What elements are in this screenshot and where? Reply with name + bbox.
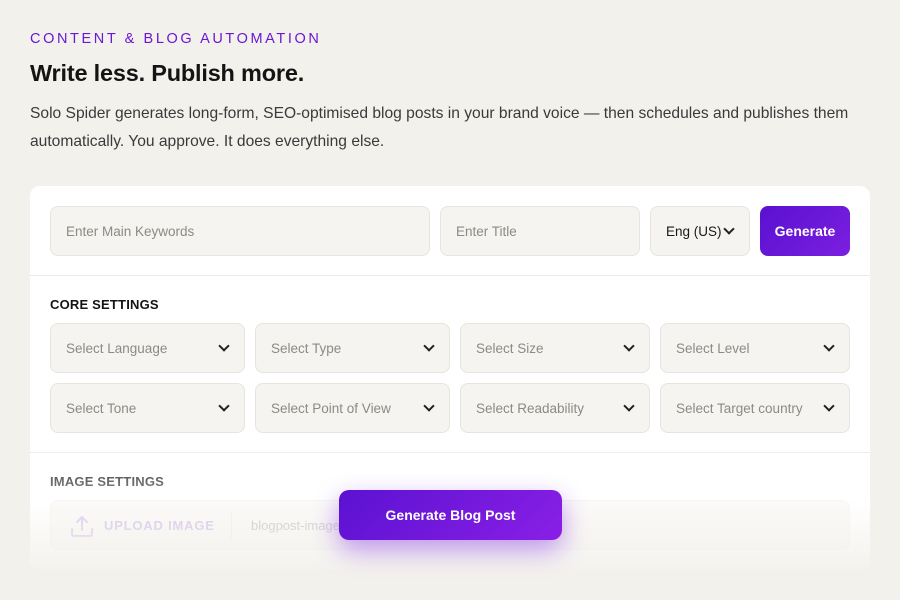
select-label: Select Point of View [271,400,391,416]
page-title: Write less. Publish more. [30,60,305,86]
chevron-down-icon [218,340,230,352]
chevron-down-icon [423,400,435,412]
chevron-down-icon [623,400,635,412]
chevron-down-icon [823,340,835,352]
title-placeholder: Enter Title [456,223,517,239]
select-label: Select Target country [676,400,803,416]
keywords-placeholder: Enter Main Keywords [66,223,195,239]
image-settings-title: IMAGE SETTINGS [50,474,165,489]
title-input[interactable]: Enter Title [440,206,640,256]
divider [30,275,870,276]
select-type[interactable]: Select Type [255,323,450,373]
core-settings-title: CORE SETTINGS [50,297,159,312]
generate-button[interactable]: Generate [760,206,850,256]
upload-image-label: UPLOAD IMAGE [104,518,215,533]
select-label: Select Readability [476,400,585,416]
select-label: Select Type [271,340,342,356]
select-label: Select Level [676,340,750,356]
select-point-of-view[interactable]: Select Point of View [255,383,450,433]
eyebrow: CONTENT & BLOG AUTOMATION [30,31,322,47]
select-size[interactable]: Select Size [460,323,650,373]
keywords-input[interactable]: Enter Main Keywords [50,206,430,256]
upload-icon [71,516,93,537]
file-name: blogpost-image [251,518,340,533]
select-label: Select Language [66,340,168,356]
select-tone[interactable]: Select Tone [50,383,245,433]
select-label: Select Size [476,340,544,356]
chevron-down-icon [623,340,635,352]
divider [30,452,870,453]
select-label: Select Tone [66,400,137,416]
select-target-country[interactable]: Select Target country [660,383,850,433]
language-value: Eng (US) [666,223,722,239]
select-readability[interactable]: Select Readability [460,383,650,433]
language-dropdown[interactable]: Eng (US) [650,206,750,256]
chevron-down-icon [723,223,735,235]
generate-blog-post-button[interactable]: Generate Blog Post [339,490,562,540]
chevron-down-icon [823,400,835,412]
divider [231,513,232,539]
select-language[interactable]: Select Language [50,323,245,373]
chevron-down-icon [218,400,230,412]
lead-text: Solo Spider generates long-form, SEO-opt… [30,105,849,150]
select-level[interactable]: Select Level [660,323,850,373]
chevron-down-icon [423,340,435,352]
